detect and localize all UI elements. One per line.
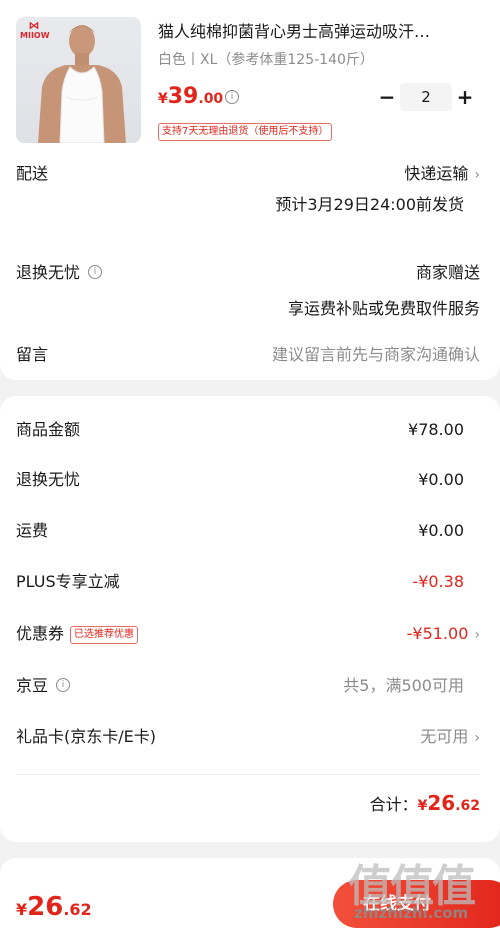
goods-amount-label: 商品金额 (16, 420, 81, 439)
giftcard-label: 礼品卡(京东卡/E卡) (16, 727, 156, 746)
coupon-selector[interactable]: -¥51.00 › (407, 622, 480, 647)
shipping-fee-label: 运费 (16, 521, 49, 540)
jingdou-label: 京豆 i (16, 674, 71, 698)
message-input[interactable]: 建议留言前先与商家沟通确认 (272, 343, 480, 367)
goods-amount-value: ¥78.00 (408, 420, 464, 439)
increase-quantity-button[interactable]: + (452, 83, 478, 111)
brand-logo: ⋈ MIIOW (20, 19, 50, 40)
chevron-right-icon: › (474, 730, 480, 746)
price-info-icon[interactable]: i (225, 90, 239, 104)
order-item-card: ⋈ MIIOW 猫人纯棉抑菌背心男士高弹运动吸汗… 白色丨XL（参考体重125-… (0, 0, 500, 380)
delivery-label: 配送 (16, 164, 49, 183)
quantity-stepper: − 2 + (374, 83, 478, 111)
delivery-method-selector[interactable]: 快递运输 › (404, 162, 480, 187)
return-worry-info-icon[interactable]: i (88, 264, 103, 279)
giftcard-value: 无可用 (420, 727, 469, 746)
pay-online-button[interactable]: 在线支付 (333, 880, 500, 928)
chevron-right-icon: › (474, 627, 480, 643)
order-total: 合计：¥26.62 (369, 791, 480, 815)
shipping-fee-value: ¥0.00 (418, 521, 464, 540)
delivery-method: 快递运输 (404, 164, 469, 183)
coupon-value: -¥51.00 (406, 624, 469, 643)
return-worry-fee-label: 退换无忧 (16, 470, 81, 489)
product-title[interactable]: 猫人纯棉抑菌背心男士高弹运动吸汗… (158, 19, 488, 45)
message-label: 留言 (16, 345, 49, 364)
product-price: ¥39.00 (158, 84, 224, 109)
divider (16, 774, 480, 775)
return-worry-desc: 享运费补贴或免费取件服务 (287, 299, 480, 318)
jingdou-value: 共5，满500可用 (343, 676, 464, 695)
plus-discount-label: PLUS专享立减 (16, 572, 120, 591)
quantity-input[interactable]: 2 (400, 83, 452, 111)
chevron-right-icon: › (474, 167, 480, 183)
jingdou-info-icon[interactable]: i (56, 677, 71, 692)
coupon-label: 优惠券 已选推荐优惠 (16, 622, 139, 646)
plus-discount-value: -¥0.38 (412, 572, 464, 591)
giftcard-selector[interactable]: 无可用 › (420, 725, 480, 750)
return-worry-label: 退换无忧 i (16, 261, 103, 285)
fee-summary-card (0, 396, 500, 842)
coupon-recommended-tag: 已选推荐优惠 (70, 626, 139, 644)
return-worry-fee-value: ¥0.00 (418, 470, 464, 489)
return-policy-tag: 支持7天无理由退货（使用后不支持） (158, 123, 333, 141)
checkout-total-price: ¥26.62 (16, 892, 92, 922)
cat-logo-icon: ⋈ (28, 19, 40, 32)
product-spec[interactable]: 白色丨XL（参考体重125-140斤） (158, 48, 374, 72)
product-image[interactable]: ⋈ MIIOW (16, 17, 141, 143)
return-worry-value: 商家赠送 (415, 263, 480, 282)
decrease-quantity-button[interactable]: − (374, 83, 400, 111)
delivery-eta: 预计3月29日24:00前发货 (275, 195, 464, 214)
